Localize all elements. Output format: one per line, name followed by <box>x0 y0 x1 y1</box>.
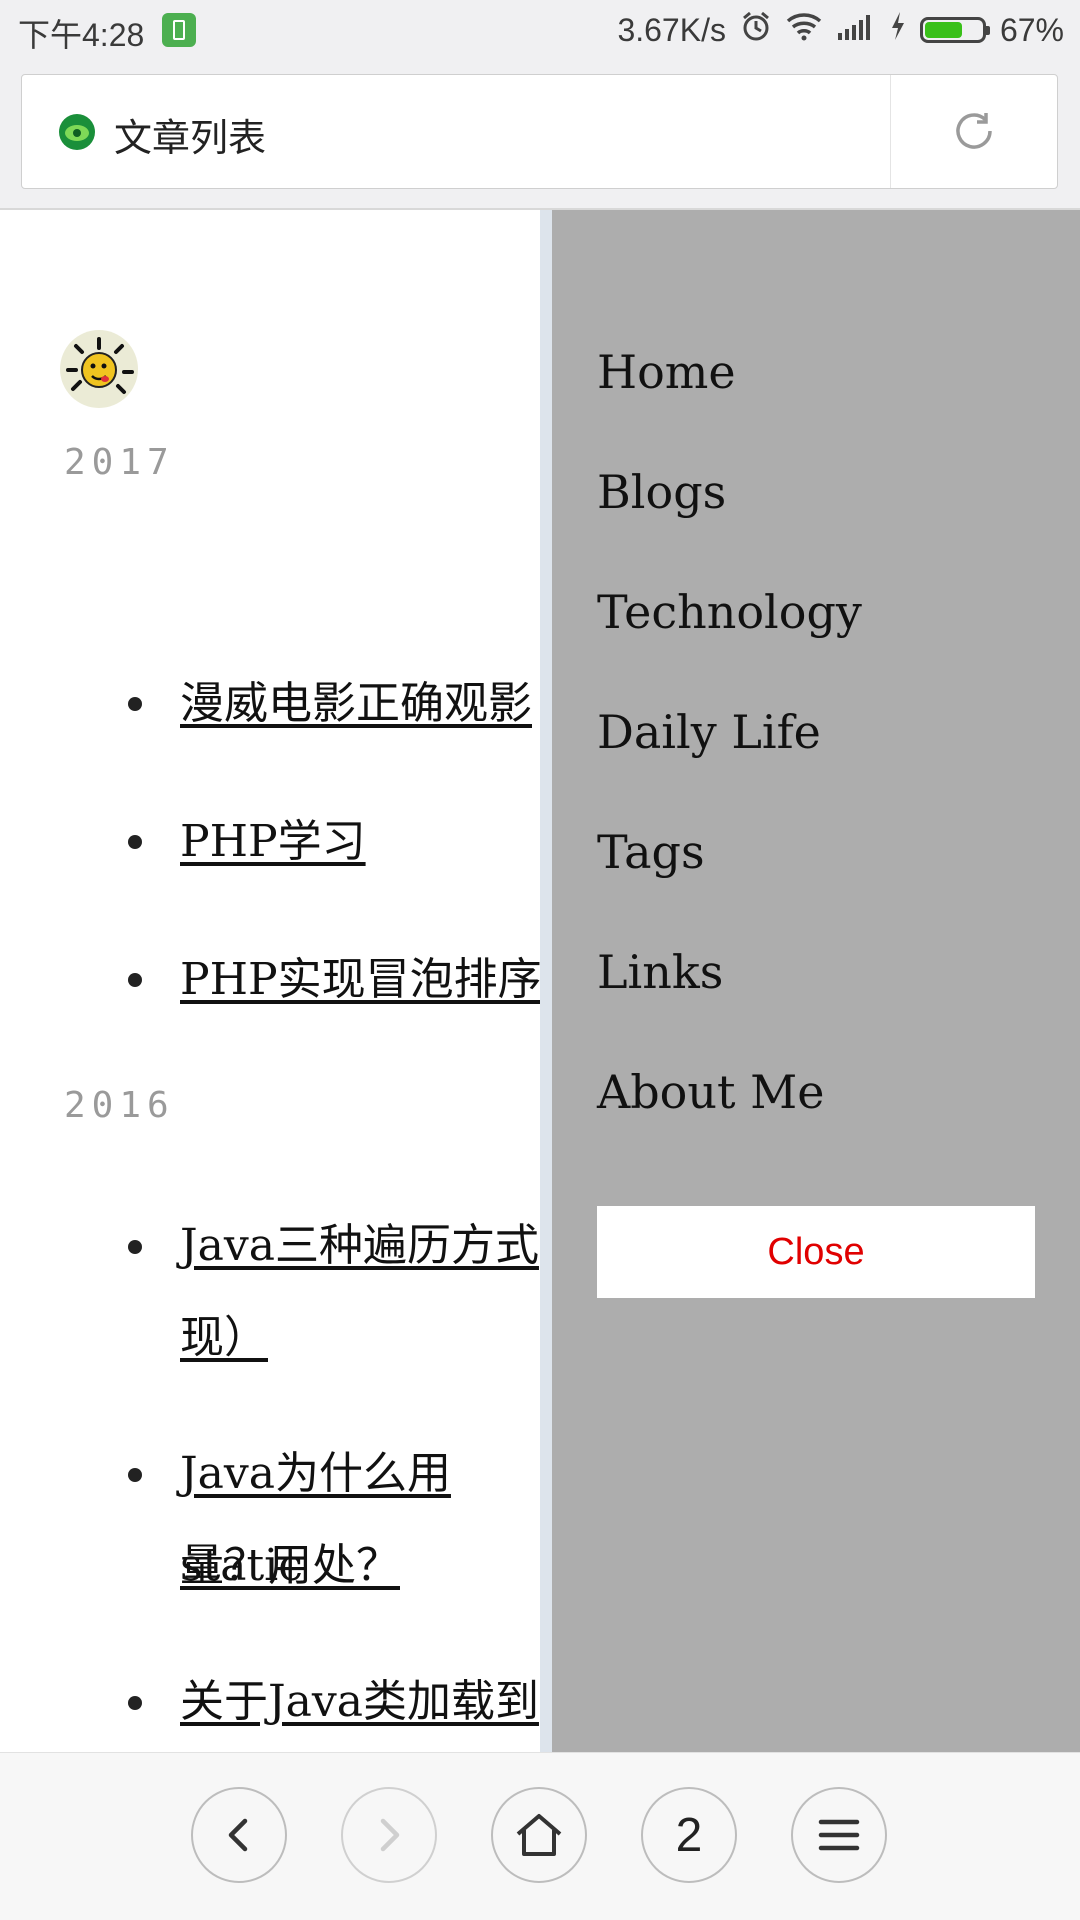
status-icons: 3.67K/s 67% <box>617 10 1064 50</box>
status-bar: 下午4:28 3.67K/s 67% <box>0 0 1080 60</box>
wifi-icon <box>786 11 822 49</box>
charging-icon <box>890 11 906 49</box>
menu-item-daily-life[interactable]: Daily Life <box>597 705 821 759</box>
close-button[interactable]: Close <box>597 1206 1035 1298</box>
menu-item-technology[interactable]: Technology <box>597 585 862 639</box>
post-link-continued[interactable]: 现） <box>180 1292 560 1384</box>
address-bar-divider <box>890 75 891 188</box>
year-heading: 2017 <box>64 442 175 483</box>
menu-item-links[interactable]: Links <box>597 945 723 999</box>
sun-mascot-icon <box>66 337 134 394</box>
browser-header: 文章列表 <box>0 60 1080 210</box>
menu-item-about-me[interactable]: About Me <box>597 1065 824 1119</box>
post-link[interactable]: Java三种遍历方式 <box>180 1200 560 1292</box>
battery-notification-icon <box>162 13 196 47</box>
forward-button[interactable] <box>341 1787 437 1883</box>
browser-toolbar: 2 <box>0 1752 1080 1920</box>
list-bullet <box>128 973 142 987</box>
home-icon <box>516 1814 562 1856</box>
forward-icon <box>380 1818 400 1852</box>
list-bullet <box>128 835 142 849</box>
post-link[interactable]: PHP学习 <box>180 796 560 888</box>
year-heading: 2016 <box>64 1085 175 1126</box>
list-bullet <box>128 697 142 711</box>
site-avatar[interactable] <box>60 330 138 408</box>
tab-count: 2 <box>675 1808 703 1862</box>
battery-percent: 67% <box>999 11 1064 48</box>
reload-icon[interactable] <box>952 109 996 153</box>
post-link[interactable]: 关于Java类加载到 <box>180 1656 560 1748</box>
menu-item-home[interactable]: Home <box>597 345 736 399</box>
list-bullet <box>128 1468 142 1482</box>
tabs-button[interactable]: 2 <box>641 1787 737 1883</box>
back-button[interactable] <box>191 1787 287 1883</box>
menu-icon <box>818 1819 860 1851</box>
menu-item-blogs[interactable]: Blogs <box>597 465 726 519</box>
page-title: 文章列表 <box>114 118 267 160</box>
post-link[interactable]: PHP实现冒泡排序 <box>180 934 560 1026</box>
alarm-icon <box>740 10 772 50</box>
menu-item-tags[interactable]: Tags <box>597 825 705 879</box>
post-link-continued[interactable]: 量？用处？ <box>180 1520 560 1612</box>
status-time: 下午4:28 <box>18 17 145 53</box>
side-menu: Home Blogs Technology Daily Life Tags Li… <box>552 210 1080 1752</box>
signal-icon <box>836 12 876 49</box>
menu-button[interactable] <box>791 1787 887 1883</box>
home-button[interactable] <box>491 1787 587 1883</box>
battery-fill <box>924 22 963 38</box>
list-bullet <box>128 1240 142 1254</box>
battery-icon <box>919 17 990 43</box>
site-favicon-icon <box>59 114 95 150</box>
network-speed: 3.67K/s <box>617 11 726 48</box>
post-link[interactable]: 漫威电影正确观影 <box>180 658 560 750</box>
address-bar[interactable]: 文章列表 <box>21 74 1058 189</box>
list-bullet <box>128 1696 142 1710</box>
back-icon <box>228 1818 248 1852</box>
